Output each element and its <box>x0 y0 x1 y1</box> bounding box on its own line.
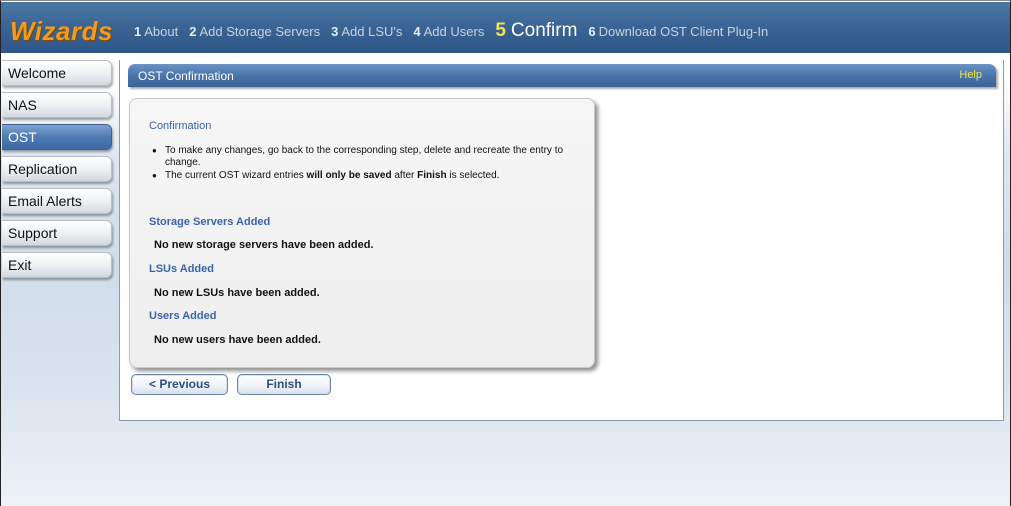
step-about[interactable]: 1 About <box>134 24 178 39</box>
step-add-lsus[interactable]: 3 Add LSU's <box>331 24 402 39</box>
step-label: Add Storage Servers <box>199 24 321 39</box>
step-label: Download OST Client Plug-In <box>598 24 769 39</box>
bullet-text: after <box>391 170 418 181</box>
sidebar-item-ost[interactable]: OST <box>2 124 112 150</box>
bullet-emphasis: will only be saved <box>306 170 392 181</box>
step-label: Add LSU's <box>341 24 403 39</box>
wizard-header: Wizards 1 About 2 Add Storage Servers 3 … <box>1 2 1010 53</box>
bullet-emphasis: Finish <box>417 170 447 181</box>
confirmation-heading: Confirmation <box>149 120 212 132</box>
panel-titlebar: OST Confirmation Help <box>128 64 996 87</box>
step-number: 1 <box>134 24 142 39</box>
sidebar-item-exit[interactable]: Exit <box>2 252 112 278</box>
sidebar: Welcome NAS OST Replication Email Alerts… <box>2 60 112 284</box>
users-title: Users Added <box>149 310 217 322</box>
lsus-value: No new LSUs have been added. <box>154 287 320 299</box>
step-number: 4 <box>413 24 421 39</box>
wizard-window: Wizards 1 About 2 Add Storage Servers 3 … <box>0 0 1011 506</box>
step-label: About <box>144 24 179 39</box>
sidebar-item-replication[interactable]: Replication <box>2 156 112 182</box>
step-download-ost-client-plugin[interactable]: 6 Download OST Client Plug-In <box>588 24 768 39</box>
wizards-logo: Wizards <box>10 16 113 46</box>
bullet-item: To make any changes, go back to the corr… <box>152 145 582 168</box>
step-confirm[interactable]: 5 Confirm <box>495 20 577 42</box>
confirmation-box: Confirmation To make any changes, go bac… <box>129 98 595 368</box>
storage-servers-title: Storage Servers Added <box>149 216 271 228</box>
step-add-storage-servers[interactable]: 2 Add Storage Servers <box>189 24 320 39</box>
sidebar-item-welcome[interactable]: Welcome <box>2 60 112 86</box>
main-panel: OST Confirmation Help Confirmation To ma… <box>119 60 1004 421</box>
previous-button[interactable]: < Previous <box>131 374 228 395</box>
bullet-text: is selected. <box>446 170 500 181</box>
step-number: 3 <box>331 24 339 39</box>
confirmation-bullets: To make any changes, go back to the corr… <box>152 145 582 184</box>
step-add-users[interactable]: 4 Add Users <box>413 24 484 39</box>
step-number: 6 <box>588 24 596 39</box>
sidebar-item-nas[interactable]: NAS <box>2 92 112 118</box>
wizard-steps: 1 About 2 Add Storage Servers 3 Add LSU'… <box>134 20 779 42</box>
sidebar-item-support[interactable]: Support <box>2 220 112 246</box>
bullet-item: The current OST wizard entries will only… <box>152 170 582 182</box>
bullet-text: The current OST wizard entries <box>165 170 307 181</box>
lsus-title: LSUs Added <box>149 263 214 275</box>
sidebar-item-email-alerts[interactable]: Email Alerts <box>2 188 112 214</box>
bullet-text: To make any changes, go back to the corr… <box>165 145 564 168</box>
step-number: 5 <box>495 20 506 41</box>
users-value: No new users have been added. <box>154 334 321 346</box>
storage-servers-value: No new storage servers have been added. <box>154 239 374 251</box>
finish-button[interactable]: Finish <box>237 374 331 395</box>
step-number: 2 <box>189 24 197 39</box>
step-label: Add Users <box>423 24 485 39</box>
panel-title: OST Confirmation <box>138 69 234 83</box>
help-link[interactable]: Help <box>959 69 982 81</box>
step-label: Confirm <box>510 20 578 41</box>
